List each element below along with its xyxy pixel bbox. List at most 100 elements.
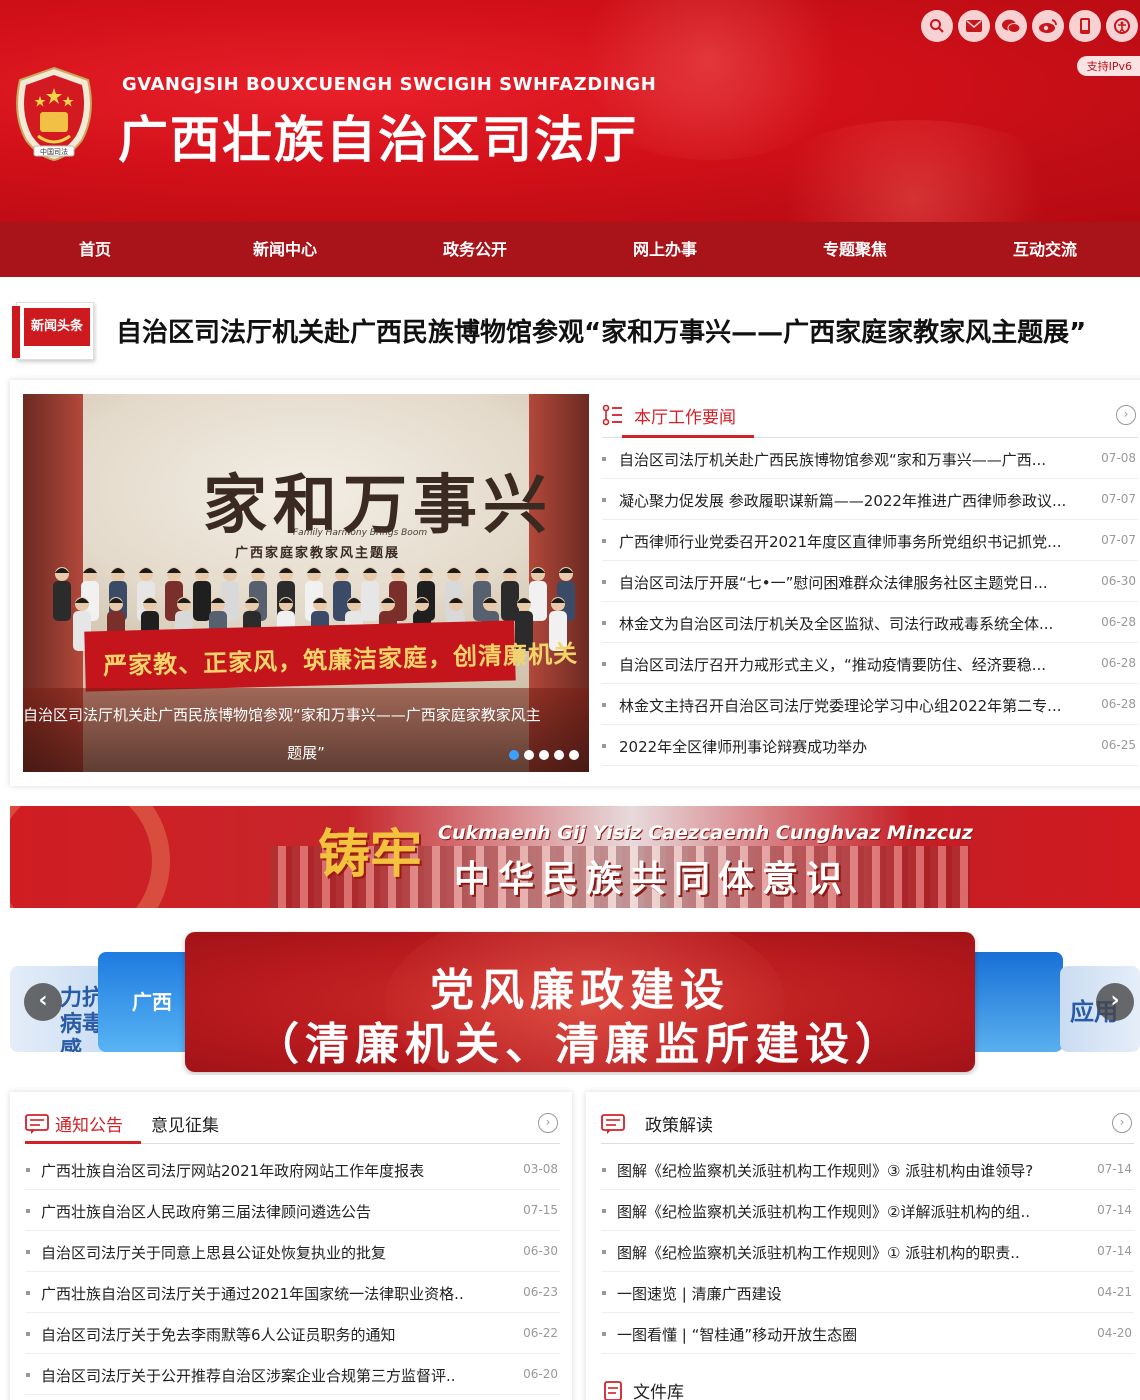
policy-row[interactable]: 图解《纪检监察机关派驻机构工作规则》③ 派驻机构由谁领导? 07-14 (601, 1149, 1134, 1190)
notice-row[interactable]: 自治区司法厅关于免去李雨默等6人公证员职务的通知 06-22 (25, 1313, 560, 1354)
work-news-row[interactable]: 凝心聚力促发展 参政履职谋新篇——2022年推进广西律师参政议... 07-07 (602, 479, 1138, 520)
judicial-emblem-logo[interactable]: 中国司法 (10, 66, 98, 162)
weibo-icon[interactable] (1032, 10, 1064, 42)
policy-title[interactable]: 图解《纪检监察机关派驻机构工作规则》① 派驻机构的职责.. (617, 1242, 1077, 1263)
notice-row[interactable]: 广西壮族自治区司法厅关于通过2021年国家统一法律职业资格.. 06-23 (25, 1272, 560, 1313)
slider-dots (509, 750, 579, 760)
bullet-icon (602, 703, 606, 707)
work-news-date: 06-28 (1101, 656, 1136, 670)
tab-policy-interpretation[interactable]: 政策解读 (645, 1111, 713, 1136)
work-news-row[interactable]: 广西律师行业党委召开2021年度区直律师事务所党组织书记抓党... 07-07 (602, 520, 1138, 561)
slider-dot[interactable] (524, 750, 534, 760)
bullet-icon (602, 1250, 606, 1254)
nav-news-center[interactable]: 新闻中心 (190, 222, 380, 277)
work-news-title[interactable]: 林金文主持召开自治区司法厅党委理论学习中心组2022年第二专... (619, 695, 1089, 716)
nav-special-topics[interactable]: 专题聚焦 (760, 222, 950, 277)
carousel-card-left-near[interactable]: 广西 (98, 952, 198, 1052)
slider-dot[interactable] (554, 750, 564, 760)
notice-title[interactable]: 自治区司法厅关于同意上思县公证处恢复执业的批复 (41, 1242, 496, 1263)
slide-caption[interactable]: 自治区司法厅机关赴广西民族博物馆参观“家和万事兴——广西家庭家教家风主 题展” (23, 688, 589, 772)
bullet-icon (26, 1168, 30, 1172)
policy-row[interactable]: 一图速览 | 清廉广西建设 04-21 (601, 1272, 1134, 1313)
work-news-row[interactable]: 自治区司法厅开展“七•一”慰问困难群众法律服务社区主题党日... 06-30 (602, 561, 1138, 602)
headline-link[interactable]: 自治区司法厅机关赴广西民族博物馆参观“家和万事兴——广西家庭家教家风主题展” (116, 312, 1131, 349)
crowd-person-hair (251, 568, 265, 573)
work-news-row[interactable]: 林金文主持召开自治区司法厅党委理论学习中心组2022年第二专... 06-28 (602, 684, 1138, 725)
policy-title[interactable]: 一图速览 | 清廉广西建设 (617, 1283, 1077, 1304)
tab-opinion-collection[interactable]: 意见征集 (151, 1111, 219, 1136)
crowd-person-hair (167, 568, 181, 573)
notice-row[interactable]: 自治区司法厅关于公开推荐自治区涉案企业合规第三方监督评.. 06-20 (25, 1354, 560, 1395)
search-icon[interactable] (921, 10, 953, 42)
work-news-title[interactable]: 自治区司法厅召开力戒形式主义，“推动疫情要防住、经济要稳... (619, 654, 1089, 675)
work-news-row[interactable]: 自治区司法厅机关赴广西民族博物馆参观“家和万事兴——广西... 07-08 (602, 438, 1138, 479)
work-news-title[interactable]: 自治区司法厅机关赴广西民族博物馆参观“家和万事兴——广西... (619, 449, 1089, 470)
banner-latin-text: Cukmaenh Gij Yisiz Caezcaemh Cunghvaz Mi… (438, 822, 973, 844)
notice-row[interactable]: 自治区司法厅关于同意上思县公证处恢复执业的批复 06-30 (25, 1231, 560, 1272)
nav-online-services[interactable]: 网上办事 (570, 222, 760, 277)
slider-dot[interactable] (509, 750, 519, 760)
notice-title[interactable]: 广西壮族自治区司法厅关于通过2021年国家统一法律职业资格.. (41, 1283, 496, 1304)
policy-row[interactable]: 一图看懂 | “智桂通”移动开放生态圈 04-20 (601, 1313, 1134, 1354)
work-news-title[interactable]: 本厅工作要闻 (634, 403, 736, 428)
headline-badge: 新闻头条 (12, 298, 94, 360)
work-news-row[interactable]: 2022年全区律师刑事论辩赛成功举办 06-25 (602, 725, 1138, 766)
notice-title[interactable]: 广西壮族自治区司法厅网站2021年政府网站工作年度报表 (41, 1160, 496, 1181)
nav-interaction[interactable]: 互动交流 (950, 222, 1140, 277)
work-news-title[interactable]: 林金文为自治区司法厅机关及全区监狱、司法行政戒毒系统全体... (619, 613, 1089, 634)
work-news-title[interactable]: 2022年全区律师刑事论辩赛成功举办 (619, 736, 1089, 757)
notice-date: 06-20 (523, 1367, 558, 1381)
carousel-card-main[interactable]: 党风廉政建设 （清廉机关、清廉监所建设） (185, 932, 975, 1072)
crowd-person-hair (223, 568, 237, 573)
work-news-title[interactable]: 广西律师行业党委召开2021年度区直律师事务所党组织书记抓党... (619, 531, 1089, 552)
bullet-icon (26, 1291, 30, 1295)
bullet-icon (602, 1332, 606, 1336)
work-news-date: 07-08 (1101, 451, 1136, 465)
main-nav: 首页 新闻中心 政务公开 网上办事 专题聚焦 互动交流 (0, 222, 1140, 277)
nav-home[interactable]: 首页 (0, 222, 190, 277)
slide-caption-line1: 自治区司法厅机关赴广西民族博物馆参观“家和万事兴——广西家庭家教家风主 (23, 706, 541, 724)
emblem-text: 中国司法 (40, 147, 68, 156)
work-news-date: 06-28 (1101, 615, 1136, 629)
more-arrow-icon[interactable]: › (1112, 1113, 1132, 1133)
news-slider[interactable]: 家和万事兴 Family Harmony Brings Boom 广西家庭家教家… (23, 394, 589, 772)
banner-zh-text: 中华民族共同体意识 (454, 859, 851, 900)
list-icon (602, 404, 622, 426)
policy-title[interactable]: 图解《纪检监察机关派驻机构工作规则》②详解派驻机构的组.. (617, 1201, 1077, 1222)
slider-dot[interactable] (539, 750, 549, 760)
more-arrow-icon[interactable]: › (538, 1113, 558, 1133)
site-title[interactable]: 广西壮族自治区司法厅 (118, 100, 638, 172)
mail-icon[interactable] (958, 10, 990, 42)
notice-panel: 通知公告 意见征集 › 广西壮族自治区司法厅网站2021年政府网站工作年度报表 0… (10, 1092, 572, 1400)
notice-date: 06-30 (523, 1244, 558, 1258)
policy-title[interactable]: 图解《纪检监察机关派驻机构工作规则》③ 派驻机构由谁领导? (617, 1160, 1077, 1181)
policy-row[interactable]: 图解《纪检监察机关派驻机构工作规则》① 派驻机构的职责.. 07-14 (601, 1231, 1134, 1272)
carousel-next-arrow-icon[interactable]: › (1096, 983, 1134, 1021)
work-news-title[interactable]: 凝心聚力促发展 参政履职谋新篇——2022年推进广西律师参政议... (619, 490, 1089, 511)
work-news-row[interactable]: 林金文为自治区司法厅机关及全区监狱、司法行政戒毒系统全体... 06-28 (602, 602, 1138, 643)
tab-notices[interactable]: 通知公告 (55, 1111, 123, 1136)
work-news-title[interactable]: 自治区司法厅开展“七•一”慰问困难群众法律服务社区主题党日... (619, 572, 1089, 593)
slider-dot[interactable] (569, 750, 579, 760)
mobile-icon[interactable] (1069, 10, 1101, 42)
crowd-person-hair (195, 568, 209, 573)
policy-icon (601, 1114, 625, 1134)
carousel-prev-arrow-icon[interactable]: ‹ (24, 983, 62, 1021)
policy-row[interactable]: 图解《纪检监察机关派驻机构工作规则》②详解派驻机构的组.. 07-14 (601, 1190, 1134, 1231)
nav-government-affairs[interactable]: 政务公开 (380, 222, 570, 277)
notice-row[interactable]: 广西壮族自治区司法厅网站2021年政府网站工作年度报表 03-08 (25, 1149, 560, 1190)
wechat-icon[interactable] (995, 10, 1027, 42)
notice-title[interactable]: 广西壮族自治区人民政府第三届法律顾问遴选公告 (41, 1201, 496, 1222)
notice-title[interactable]: 自治区司法厅关于免去李雨默等6人公证员职务的通知 (41, 1324, 496, 1345)
more-arrow-icon[interactable]: › (1116, 405, 1136, 425)
work-news-row[interactable]: 自治区司法厅召开力戒形式主义，“推动疫情要防住、经济要稳... 06-28 (602, 643, 1138, 684)
notice-title[interactable]: 自治区司法厅关于公开推荐自治区涉案企业合规第三方监督评.. (41, 1365, 496, 1386)
ethnic-unity-banner[interactable]: 铸牢 Cukmaenh Gij Yisiz Caezcaemh Cunghvaz… (10, 806, 1140, 908)
crowd-person-hair (517, 598, 531, 603)
topic-carousel: 力抗 病毒感 广西 应用 党风廉政建设 （清廉机关、清廉监所建设） ‹ › (0, 930, 1140, 1075)
policy-title[interactable]: 一图看懂 | “智桂通”移动开放生态圈 (617, 1324, 1077, 1345)
policy-date: 04-21 (1097, 1285, 1132, 1299)
notice-row[interactable]: 广西壮族自治区人民政府第三届法律顾问遴选公告 07-15 (25, 1190, 560, 1231)
work-news-date: 07-07 (1101, 533, 1136, 547)
accessibility-icon[interactable] (1106, 10, 1138, 42)
